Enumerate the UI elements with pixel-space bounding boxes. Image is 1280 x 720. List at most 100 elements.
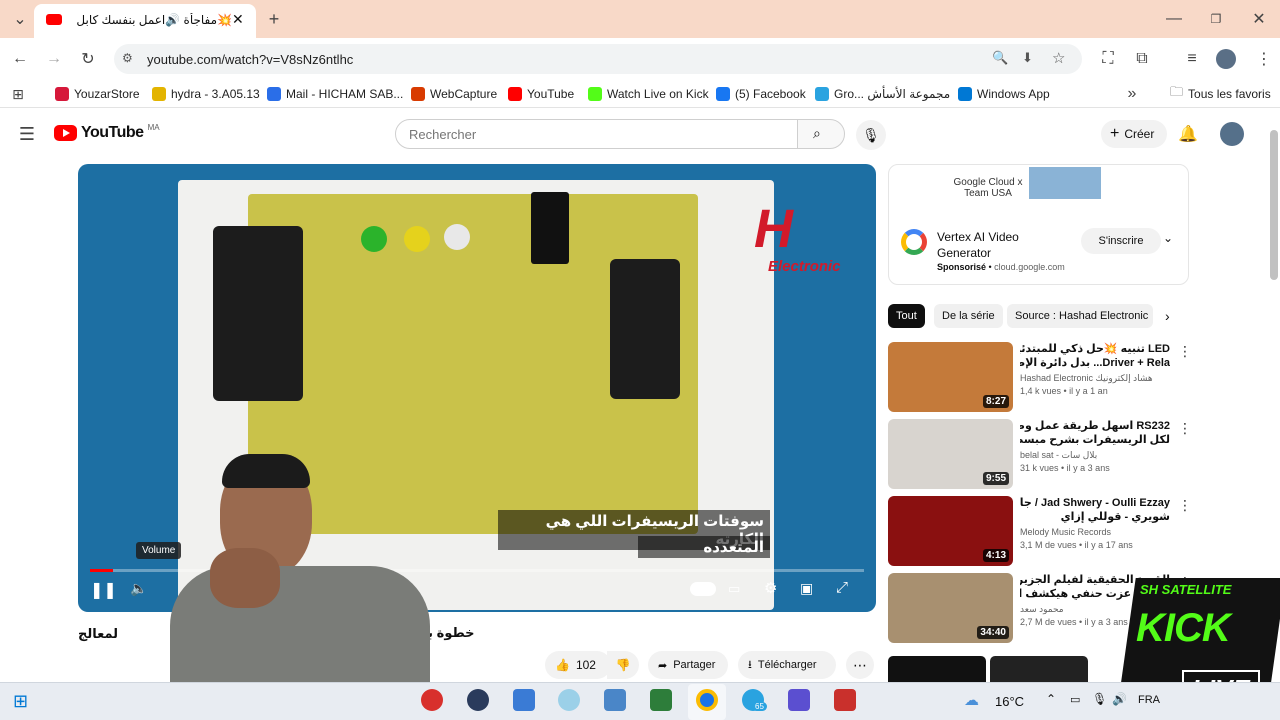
rec-thumbnail[interactable]: 34:40 [888, 573, 1013, 643]
ad-chevron-down-icon[interactable]: ⌄ [1163, 231, 1173, 245]
weather-temperature[interactable]: 16°C [995, 694, 1024, 709]
caption-line-2: المتعدده [638, 536, 770, 558]
bookmark-item[interactable]: Mail - HICHAM SAB... [267, 85, 403, 103]
ad-signup-button[interactable]: S'inscrire [1081, 228, 1161, 254]
chips-next-chevron-icon[interactable]: › [1165, 308, 1170, 324]
taskbar-network-icon[interactable] [650, 689, 672, 711]
close-window-icon[interactable]: ✕ [1245, 5, 1273, 33]
install-app-icon[interactable]: ⬇ [1022, 50, 1033, 66]
bookmark-item[interactable]: hydra - 3.A05.13 [152, 85, 260, 103]
bookmark-item[interactable]: Gro... مجموعة الأسأش [815, 85, 950, 103]
forward-icon[interactable]: → [40, 45, 68, 73]
bookmark-item[interactable]: Watch Live on Kick [588, 85, 709, 103]
bookmark-item[interactable]: YouTube [508, 85, 574, 103]
tray-language[interactable]: FRA [1138, 694, 1160, 706]
rec-title-line-2[interactable]: لكل الريسيفرات بشرح مبسط جدا ولكل ... [1020, 433, 1170, 447]
rec-menu-icon[interactable]: ⋮ [1178, 497, 1192, 514]
rec-thumbnail[interactable]: 4:13 [888, 496, 1013, 566]
create-button[interactable]: + Créer [1101, 120, 1167, 148]
address-bar[interactable]: ⚙ youtube.com/watch?v=V8sNz6ntlhc 🔍 ⬇ ☆ [114, 44, 1082, 74]
pause-icon[interactable]: ❚❚ [90, 580, 117, 600]
account-avatar[interactable] [1220, 122, 1244, 146]
reload-icon[interactable]: ↻ [74, 45, 102, 73]
weather-icon[interactable]: ☁ [964, 691, 979, 709]
taskbar-calculator-icon[interactable] [604, 689, 626, 711]
youtube-favicon-icon [46, 14, 62, 25]
tray-network-icon[interactable]: ▭ [1070, 693, 1080, 706]
rec-thumb-partial[interactable] [888, 656, 986, 682]
theater-mode-icon[interactable]: ▣ [800, 580, 813, 597]
all-bookmarks-button[interactable]: 🗀 Tous les favoris [1170, 84, 1271, 103]
share-button[interactable]: ➦ Partager [648, 651, 728, 679]
taskbar-app-dark-icon[interactable] [467, 689, 489, 711]
taskbar-paint-icon[interactable] [558, 689, 580, 711]
notifications-bell-icon[interactable]: 🔔 [1174, 120, 1202, 148]
like-count: 102 [575, 658, 596, 672]
windows-start-icon[interactable]: ⊞ [13, 691, 28, 712]
back-icon[interactable]: ← [6, 45, 34, 73]
rec-menu-icon[interactable]: ⋮ [1178, 343, 1192, 360]
share-icon: ➦ [658, 659, 668, 672]
tray-speaker-icon[interactable]: 🔊 [1112, 692, 1127, 706]
sponsored-ad-card[interactable]: Google Cloud x Team USA Vertex AI Video … [888, 164, 1189, 285]
bookmark-item[interactable]: (5) Facebook [716, 85, 806, 103]
site-info-icon[interactable]: ⚙ [122, 51, 133, 65]
taskbar-app-red-icon[interactable] [421, 689, 443, 711]
media-control-icon[interactable]: ≡ [1178, 45, 1206, 73]
taskbar-chrome-icon[interactable] [696, 689, 718, 711]
tab-search-chevron-icon[interactable]: ⌄ [6, 5, 34, 33]
autoplay-toggle[interactable] [690, 582, 716, 596]
rec-title-line-1[interactable]: LED تنبيه 💥حل ذكي للمبتدئين 🔗 تركيب [1020, 342, 1170, 356]
screenshot-extension-icon[interactable]: ⛶ [1094, 45, 1122, 73]
bookmark-item[interactable]: Windows App [958, 85, 1050, 103]
bookmark-favicon-icon [815, 87, 829, 101]
bookmark-label: hydra - 3.A05.13 [171, 87, 260, 101]
rec-thumbnail[interactable]: 8:27 [888, 342, 1013, 412]
rec-title-line-1[interactable]: RS232 اسهل طريقة عمل وصلة تحديث [1020, 419, 1170, 433]
more-bookmarks-chevron-icon[interactable]: » [1118, 80, 1146, 108]
like-button[interactable]: 👍 102 [545, 651, 611, 679]
voice-search-icon[interactable]: 🎙 [856, 120, 886, 150]
tray-chevron-up-icon[interactable]: ⌃ [1046, 692, 1056, 706]
tab-close-icon[interactable]: ✕ [232, 11, 244, 28]
zoom-icon[interactable]: 🔍 [992, 50, 1008, 66]
chip-series[interactable]: De la série [934, 304, 1003, 328]
taskbar-satellite-icon[interactable] [788, 689, 810, 711]
profile-avatar[interactable] [1216, 49, 1236, 69]
taskbar-app-tv-icon[interactable] [834, 689, 856, 711]
download-button[interactable]: ⭳ Télécharger [738, 651, 836, 679]
extensions-icon[interactable]: ⧉ [1128, 45, 1156, 73]
bookmark-item[interactable]: WebCapture [411, 85, 497, 103]
rec-title-line-2[interactable]: Driver + Rela... بدل دائرة الإضاءة التال… [1020, 356, 1170, 370]
bookmark-item[interactable]: YouzarStore [55, 85, 140, 103]
search-button[interactable]: ⌕ [797, 119, 845, 149]
search-input[interactable]: Rechercher [395, 119, 798, 149]
minimize-icon[interactable]: — [1160, 5, 1188, 33]
settings-icon[interactable]: ⚙ [764, 579, 777, 597]
rec-menu-icon[interactable]: ⋮ [1178, 420, 1192, 437]
subtitles-icon[interactable]: ▭ [728, 581, 740, 597]
restore-icon[interactable]: ❐ [1202, 5, 1230, 33]
more-actions-icon[interactable]: ⋯ [846, 651, 874, 679]
page-scrollbar[interactable] [1270, 130, 1278, 280]
browser-tab-active[interactable]: 💥مفاجأة 🔊اعمل بنفسك كابل ✕ [34, 4, 256, 38]
chip-all[interactable]: Tout [888, 304, 925, 328]
volume-icon[interactable]: 🔈 [130, 580, 147, 597]
rec-title-line-2[interactable]: شويري - قوللي إزاي [1020, 510, 1170, 524]
plus-icon: + [1110, 125, 1120, 142]
taskbar-laptop-icon[interactable] [513, 689, 535, 711]
tray-microphone-icon[interactable]: 🎙 [1092, 692, 1107, 706]
apps-grid-icon[interactable]: ⊞ [4, 80, 32, 108]
browser-menu-icon[interactable]: ⋮ [1250, 45, 1278, 73]
new-tab-button[interactable]: + [260, 5, 288, 33]
fullscreen-icon[interactable]: ⤢ [836, 579, 848, 596]
youtube-logo[interactable]: YouTube MA [54, 123, 160, 142]
rec-thumbnail[interactable]: 9:55 [888, 419, 1013, 489]
rec-thumb-partial[interactable] [990, 656, 1088, 682]
youtube-menu-icon[interactable]: ☰ [13, 120, 41, 148]
dislike-button[interactable]: 👎 [607, 651, 639, 679]
rec-title-line-1[interactable]: Jad Shwery - Oulli Ezzay / جاد [1020, 496, 1170, 510]
bookmark-star-icon[interactable]: ☆ [1052, 49, 1065, 67]
chip-source[interactable]: Source : Hashad Electronic [1007, 304, 1153, 328]
channel-logo-h-icon: H [754, 199, 793, 259]
